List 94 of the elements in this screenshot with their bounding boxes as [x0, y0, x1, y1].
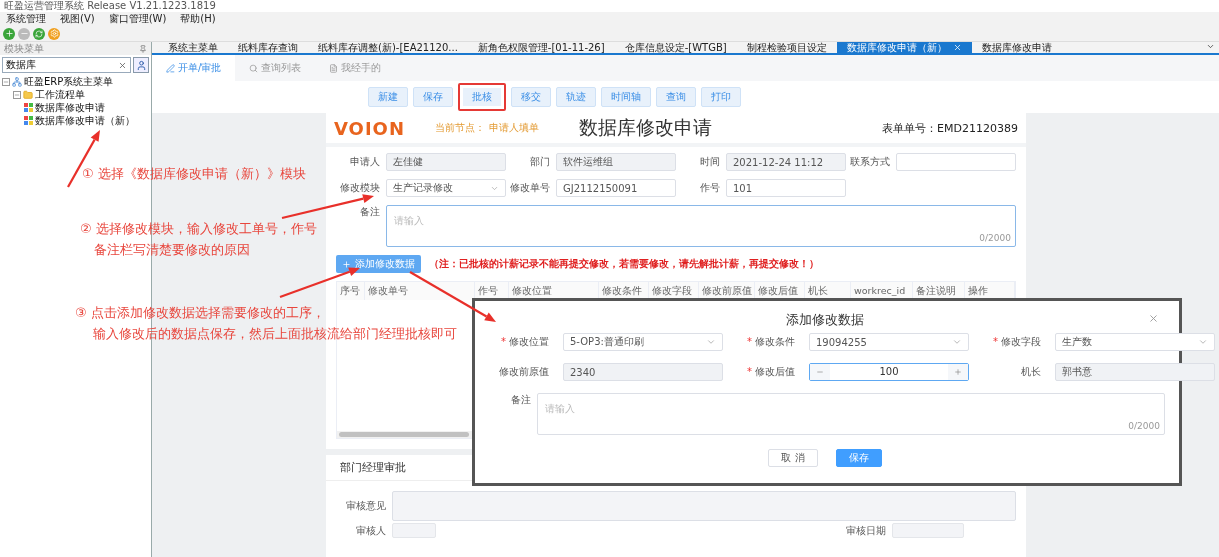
- menu-item[interactable]: 帮助(H): [180, 12, 216, 26]
- tree-item[interactable]: 工作流程单: [35, 87, 85, 102]
- tab[interactable]: 纸料库存调整(新)-[EA21120...: [308, 42, 468, 53]
- app-icon: [24, 116, 33, 125]
- field-label: 备注: [359, 205, 381, 219]
- user-button[interactable]: [133, 57, 149, 73]
- field-label: 修改模块: [339, 181, 381, 195]
- settings-icon[interactable]: [48, 27, 60, 40]
- minus-icon[interactable]: [810, 364, 830, 380]
- field-label: 审核日期: [846, 523, 887, 538]
- field-label: 修改前原值: [498, 365, 550, 379]
- annotation-text: ② 选择修改模块，输入修改工单号，作号: [80, 220, 317, 238]
- tree-icon: [12, 76, 22, 87]
- document-icon: [329, 63, 339, 73]
- close-icon[interactable]: [1148, 313, 1159, 324]
- approver-field[interactable]: [392, 523, 436, 538]
- node-label: 当前节点：: [435, 121, 485, 135]
- field-label: 备注: [510, 393, 532, 407]
- section-title: 部门经理审批: [340, 460, 406, 475]
- tree-item[interactable]: 数据库修改申请: [35, 100, 105, 115]
- menu-item[interactable]: 窗口管理(W): [108, 12, 167, 26]
- field-label: 部门: [529, 155, 551, 169]
- select-field[interactable]: 5-OP3:普通印刷: [563, 333, 723, 351]
- field-label: * 修改条件: [746, 335, 796, 349]
- tab[interactable]: 数据库修改申请（新）: [836, 42, 972, 53]
- field-label: * 修改后值: [746, 365, 796, 379]
- select-field[interactable]: 生产数: [1055, 333, 1215, 351]
- field-label: 审核意见: [345, 499, 387, 513]
- chevron-icon: [1198, 337, 1208, 347]
- readonly-field: 左佳健: [386, 153, 506, 171]
- tab[interactable]: 数据库修改申请: [971, 42, 1062, 53]
- add-icon[interactable]: [3, 27, 15, 40]
- menu-item[interactable]: 视图(V): [60, 12, 95, 26]
- cancel-button[interactable]: 取 消: [768, 449, 818, 467]
- readonly-field: 2021-12-24 11:12: [726, 153, 846, 171]
- annotation-text: ① 选择《数据库修改申请（新）》模块: [82, 165, 306, 183]
- date-field[interactable]: [892, 523, 964, 538]
- warning-note: （注：已批核的计薪记录不能再提交修改，若需要修改，请先解批计薪，再提交修改！）: [429, 257, 819, 271]
- annotation-text: 输入修改后的数据点保存，然后上面批核流给部门经理批核即可: [92, 325, 457, 343]
- field-label: 作号: [699, 181, 721, 195]
- pin-icon[interactable]: [139, 44, 147, 53]
- tab[interactable]: 仓库信息设定-[WTGB]: [614, 42, 737, 53]
- form-number: 表单单号：EMD21120389: [882, 120, 1018, 136]
- stop-icon[interactable]: [18, 27, 30, 40]
- form-title: 数据库修改申请: [579, 115, 712, 140]
- search-field[interactable]: 数据库: [2, 57, 131, 73]
- annotation-text: 备注栏写清楚要修改的原因: [93, 241, 251, 259]
- tab[interactable]: 新角色权限管理-[01-11-26]: [467, 42, 615, 53]
- field-label: 申请人: [349, 155, 381, 169]
- dialog-title: 添加修改数据: [786, 311, 864, 329]
- folder-icon: [23, 89, 33, 100]
- refresh-icon[interactable]: [33, 27, 45, 40]
- plus-icon[interactable]: [948, 364, 968, 380]
- clear-icon[interactable]: [118, 60, 127, 70]
- tab[interactable]: 开单/审批: [152, 55, 236, 81]
- node-value: 申请人填单: [489, 121, 539, 135]
- field-label: * 修改位置: [500, 335, 550, 349]
- field-label: 审核人: [355, 523, 387, 538]
- tab[interactable]: 纸料库存查询: [228, 42, 308, 53]
- collapse-icon[interactable]: [2, 77, 10, 86]
- readonly-field: 郭书意: [1055, 363, 1215, 381]
- readonly-field: 2340: [563, 363, 723, 381]
- annotation-arrow: [67, 130, 100, 188]
- select-field[interactable]: 19094255: [809, 333, 969, 351]
- chevron-icon: [706, 337, 716, 347]
- input-field[interactable]: 101: [726, 179, 846, 197]
- collapse-icon[interactable]: [13, 90, 21, 99]
- tree-item[interactable]: 旺盈ERP系统主菜单: [24, 74, 114, 89]
- column-header: 序号: [337, 282, 365, 300]
- tab[interactable]: 系统主菜单: [158, 42, 228, 53]
- plus-icon: [342, 259, 351, 269]
- logo: VOION: [334, 117, 405, 139]
- opinion-field[interactable]: [392, 491, 1016, 521]
- field-label: * 修改字段: [992, 335, 1042, 349]
- tree-item[interactable]: 数据库修改申请（新）: [35, 113, 135, 128]
- input-field[interactable]: GJ2112150091: [556, 179, 676, 197]
- select-field[interactable]: 生产记录修改: [386, 179, 506, 197]
- tab[interactable]: 制程检验项目设定: [736, 42, 837, 53]
- field-label: 联系方式: [849, 155, 891, 169]
- menu-item[interactable]: 系统管理: [6, 12, 46, 26]
- panel-title: 模块菜单: [4, 41, 44, 56]
- input-field[interactable]: [896, 153, 1016, 171]
- readonly-field: 软件运维组: [556, 153, 676, 171]
- search-icon: [249, 63, 259, 73]
- pencil-icon: [166, 63, 175, 73]
- field-label: 机长: [1020, 365, 1042, 379]
- field-label: 时间: [699, 155, 721, 169]
- number-field[interactable]: 100: [809, 363, 969, 381]
- annotation-text: ③ 点击添加修改数据选择需要修改的工序，: [75, 304, 326, 322]
- chevron-icon: [952, 337, 962, 347]
- close-icon[interactable]: [952, 43, 962, 52]
- field-label: 修改单号: [509, 181, 551, 195]
- dropdown-icon[interactable]: [1206, 42, 1215, 51]
- app-icon: [24, 103, 33, 112]
